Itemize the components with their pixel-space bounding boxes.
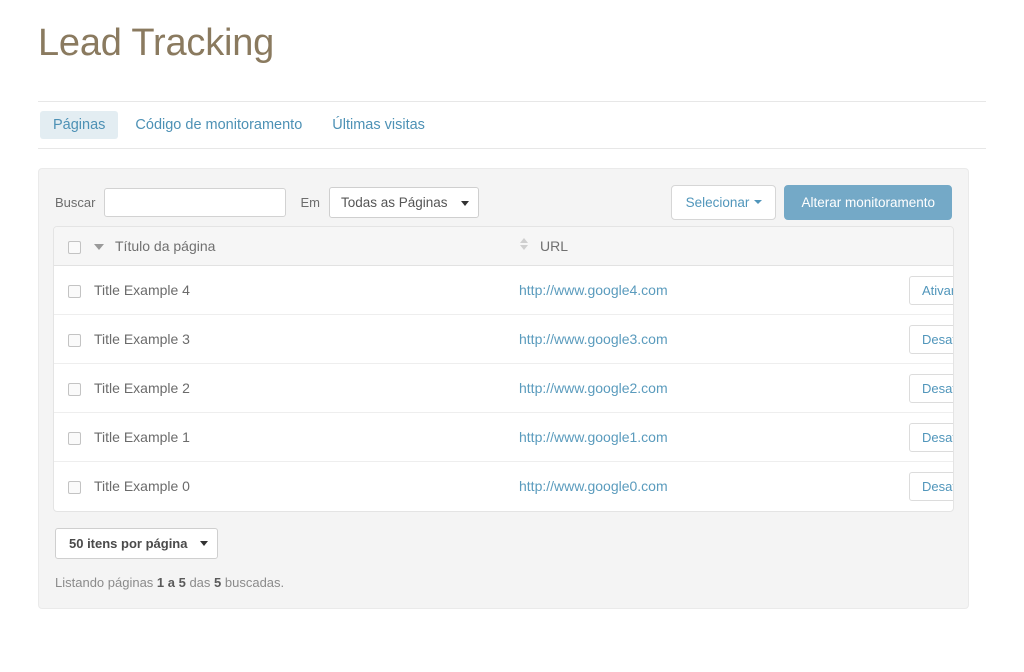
row-select-cell: [54, 363, 94, 413]
lead-tracking-page: Lead Tracking Páginas Código de monitora…: [0, 0, 1024, 672]
listing-prefix: Listando páginas: [55, 574, 157, 590]
row-title: Title Example 4: [94, 282, 190, 299]
tab-bar: Páginas Código de monitoramento Últimas …: [38, 100, 986, 149]
row-url-link[interactable]: http://www.google4.com: [519, 282, 668, 298]
row-action-cell: Desativar: [909, 461, 953, 511]
caret-down-icon: [460, 200, 469, 206]
table-row: Title Example 0 http://www.google0.com D…: [54, 461, 953, 511]
pages-table-wrapper: Título da página URL Title Example 4 htt…: [53, 225, 954, 512]
scope-select-value: Todas as Páginas: [340, 195, 448, 211]
row-toggle-monitoring-button[interactable]: Desativar: [909, 324, 953, 354]
row-url-cell: http://www.google1.com: [519, 412, 909, 462]
row-toggle-monitoring-button[interactable]: Ativar: [909, 275, 953, 305]
row-toggle-monitoring-button[interactable]: Desativar: [909, 422, 953, 452]
row-url-link[interactable]: http://www.google3.com: [519, 331, 668, 347]
row-action-cell: Ativar: [909, 266, 953, 315]
tab-ultimas-visitas[interactable]: Últimas visitas: [319, 111, 438, 139]
row-title: Title Example 2: [94, 363, 519, 413]
row-url-cell: http://www.google4.com: [519, 266, 909, 315]
row-select-cell: [54, 266, 94, 315]
pages-table: Título da página URL Title Example 4 htt…: [54, 226, 953, 511]
sort-descending-icon: [94, 237, 104, 253]
row-checkbox[interactable]: [68, 481, 81, 495]
per-page-select-value: 50 itens por página: [69, 535, 188, 551]
header-title-label: Título da página: [115, 237, 216, 254]
listing-summary: Listando páginas 1 a 5 das 5 buscadas.: [55, 575, 952, 590]
row-select-cell: [54, 461, 94, 511]
row-title: Title Example 0: [94, 461, 519, 511]
row-select-cell: [54, 314, 94, 364]
table-row: Title Example 1 http://www.google1.com D…: [54, 412, 953, 462]
sort-unsorted-icon: [519, 237, 529, 253]
row-checkbox[interactable]: [68, 284, 81, 298]
header-action-cell: [909, 226, 953, 267]
pages-panel: Buscar Em Todas as Páginas Selecionar Al…: [38, 167, 969, 609]
caret-down-icon: [200, 541, 209, 547]
scope-label: Em: [300, 195, 320, 211]
search-input[interactable]: [104, 188, 287, 218]
row-checkbox[interactable]: [68, 431, 81, 445]
panel-footer: 50 itens por página Listando páginas 1 a…: [53, 512, 954, 590]
table-row: Title Example 4 http://www.google4.com A…: [54, 266, 953, 315]
caret-down-icon: [754, 200, 763, 205]
row-title: Title Example 3: [94, 314, 519, 364]
row-toggle-monitoring-button[interactable]: Desativar: [909, 471, 953, 501]
row-url-cell: http://www.google2.com: [519, 363, 909, 413]
row-checkbox[interactable]: [68, 333, 81, 347]
row-url-link[interactable]: http://www.google1.com: [519, 429, 668, 445]
row-action-cell: Desativar: [909, 363, 953, 413]
search-label: Buscar: [55, 195, 96, 211]
tab-codigo-de-monitoramento[interactable]: Código de monitoramento: [122, 111, 315, 139]
header-select-all-cell: [54, 226, 94, 267]
selecionar-label: Selecionar: [685, 194, 750, 210]
row-toggle-monitoring-button[interactable]: Desativar: [909, 373, 953, 403]
row-select-cell: [54, 412, 94, 462]
row-url-link[interactable]: http://www.google2.com: [519, 380, 668, 396]
listing-range: 1 a 5: [156, 574, 186, 590]
scope-select[interactable]: Todas as Páginas: [328, 187, 479, 219]
row-checkbox[interactable]: [68, 382, 81, 396]
table-header-row: Título da página URL: [54, 226, 953, 267]
row-title: Title Example 1: [94, 412, 519, 462]
listing-suffix: buscadas.: [221, 574, 285, 590]
header-title-cell[interactable]: Título da página: [94, 226, 519, 267]
table-row: Title Example 2 http://www.google2.com D…: [54, 363, 953, 413]
listing-middle: das: [185, 574, 215, 590]
pages-table-body: Title Example 4 http://www.google4.com A…: [54, 266, 953, 511]
row-action-cell: Desativar: [909, 412, 953, 462]
header-url-label: URL: [540, 237, 569, 254]
row-url-cell: http://www.google0.com: [519, 461, 909, 511]
page-title: Lead Tracking: [38, 22, 275, 64]
header-url-cell[interactable]: URL: [519, 226, 909, 267]
toolbar-actions: Selecionar Alterar monitoramento: [670, 184, 952, 221]
row-url-link[interactable]: http://www.google0.com: [519, 478, 668, 494]
alterar-monitoramento-button[interactable]: Alterar monitoramento: [784, 184, 952, 221]
table-row: Title Example 3 http://www.google3.com D…: [54, 314, 953, 364]
tab-paginas[interactable]: Páginas: [40, 110, 119, 139]
row-action-cell: Desativar: [909, 314, 953, 364]
per-page-select[interactable]: 50 itens por página: [55, 527, 219, 559]
row-url-cell: http://www.google3.com: [519, 314, 909, 364]
select-all-checkbox[interactable]: [68, 240, 81, 254]
table-toolbar: Buscar Em Todas as Páginas Selecionar Al…: [53, 183, 954, 223]
selecionar-dropdown-button[interactable]: Selecionar: [670, 184, 777, 221]
